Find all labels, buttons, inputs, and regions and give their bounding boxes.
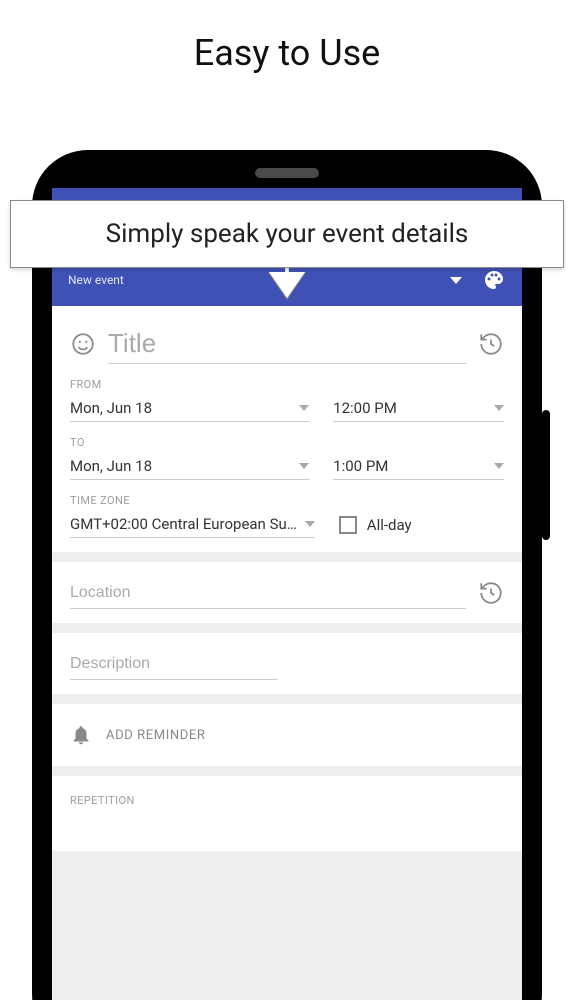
callout-bubble: Simply speak your event details <box>10 200 564 268</box>
all-day-checkbox[interactable] <box>339 516 357 534</box>
callout-tail <box>269 272 305 298</box>
caret-down-icon <box>305 521 315 527</box>
add-reminder-button[interactable]: ADD REMINDER <box>70 718 504 752</box>
from-label: FROM <box>70 378 504 391</box>
all-day-toggle[interactable]: All-day <box>339 516 504 538</box>
emoji-icon[interactable] <box>70 331 96 357</box>
description-card <box>52 633 522 694</box>
all-day-label: All-day <box>367 516 412 534</box>
from-time-value: 12:00 PM <box>333 399 486 417</box>
from-date-value: Mon, Jun 18 <box>70 399 291 417</box>
caret-down-icon <box>299 405 309 411</box>
location-card <box>52 562 522 623</box>
phone-side-button <box>542 410 550 540</box>
title-dates-card: FROM Mon, Jun 18 12:00 PM TO Mon, Jun 18 <box>52 306 522 552</box>
palette-icon[interactable] <box>482 268 506 292</box>
location-input[interactable] <box>70 576 466 609</box>
promo-headline: Easy to Use <box>0 0 574 114</box>
caret-down-icon <box>494 405 504 411</box>
repetition-card: REPETITION <box>52 776 522 851</box>
reminder-card: ADD REMINDER <box>52 704 522 766</box>
history-icon[interactable] <box>478 580 504 606</box>
caret-down-icon <box>299 463 309 469</box>
calendar-subtitle: New event <box>68 273 124 287</box>
calendar-dropdown-icon[interactable] <box>450 277 462 284</box>
to-date-dropdown[interactable]: Mon, Jun 18 <box>70 451 309 480</box>
caret-down-icon <box>494 463 504 469</box>
description-input[interactable] <box>70 647 277 680</box>
timezone-value: GMT+02:00 Central European Su… <box>70 515 297 533</box>
to-label: TO <box>70 436 504 449</box>
timezone-label: TIME ZONE <box>70 494 504 507</box>
timezone-dropdown[interactable]: GMT+02:00 Central European Su… <box>70 509 315 538</box>
to-date-value: Mon, Jun 18 <box>70 457 291 475</box>
phone-earpiece <box>255 168 319 178</box>
title-input[interactable] <box>108 324 466 364</box>
repetition-label: REPETITION <box>70 790 504 811</box>
from-date-dropdown[interactable]: Mon, Jun 18 <box>70 393 309 422</box>
to-time-value: 1:00 PM <box>333 457 486 475</box>
bell-plus-icon <box>70 724 92 746</box>
to-time-dropdown[interactable]: 1:00 PM <box>333 451 504 480</box>
screen: SAVE Work New event <box>52 188 522 1000</box>
from-time-dropdown[interactable]: 12:00 PM <box>333 393 504 422</box>
history-icon[interactable] <box>478 331 504 357</box>
add-reminder-label: ADD REMINDER <box>106 728 205 743</box>
form-body: FROM Mon, Jun 18 12:00 PM TO Mon, Jun 18 <box>52 306 522 851</box>
